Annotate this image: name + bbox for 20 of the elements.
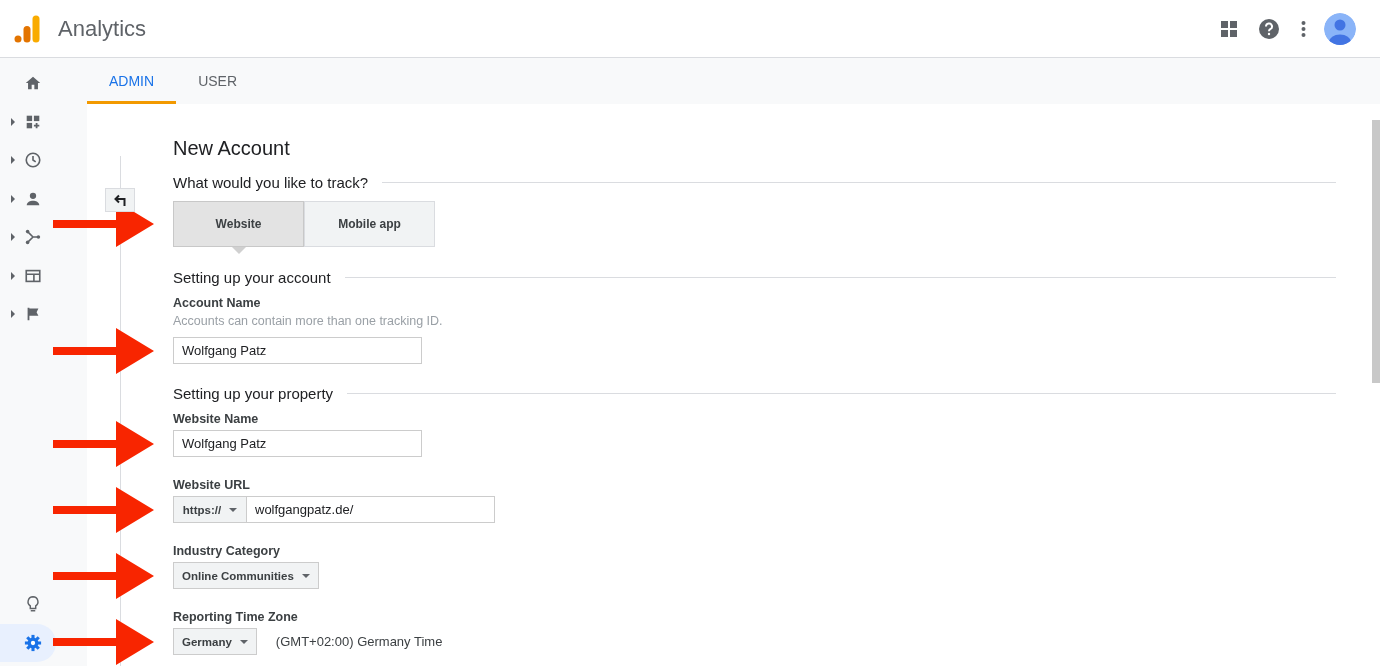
section-heading: Setting up your account bbox=[173, 269, 331, 286]
time-zone-text: (GMT+02:00) Germany Time bbox=[275, 634, 443, 649]
category-dropdown[interactable]: Online Communities bbox=[173, 562, 319, 589]
input-field[interactable]: Wolfgang Patz bbox=[173, 430, 422, 457]
toggle-option[interactable]: Mobile app bbox=[304, 201, 435, 247]
country-dropdown[interactable]: Germany bbox=[173, 628, 257, 655]
tab[interactable]: USER bbox=[176, 58, 260, 104]
field-hint: Accounts can contain more than one tracking ID. bbox=[173, 314, 444, 328]
field-label: Website Name bbox=[173, 412, 260, 426]
protocol-dropdown[interactable]: https:// bbox=[173, 496, 247, 523]
field-label: Website URL bbox=[173, 478, 251, 492]
page-title: New Account bbox=[173, 137, 291, 160]
input-field[interactable]: Wolfgang Patz bbox=[173, 337, 422, 364]
field-label: Industry Category bbox=[173, 544, 281, 558]
input-field[interactable]: wolfgangpatz.de/ bbox=[247, 496, 495, 523]
section-heading: Setting up your property bbox=[173, 385, 334, 402]
app-title: Analytics bbox=[58, 15, 147, 42]
field-label: Account Name bbox=[173, 296, 262, 310]
field-label: Reporting Time Zone bbox=[173, 610, 299, 624]
section-heading: What would you like to track? bbox=[173, 174, 369, 191]
